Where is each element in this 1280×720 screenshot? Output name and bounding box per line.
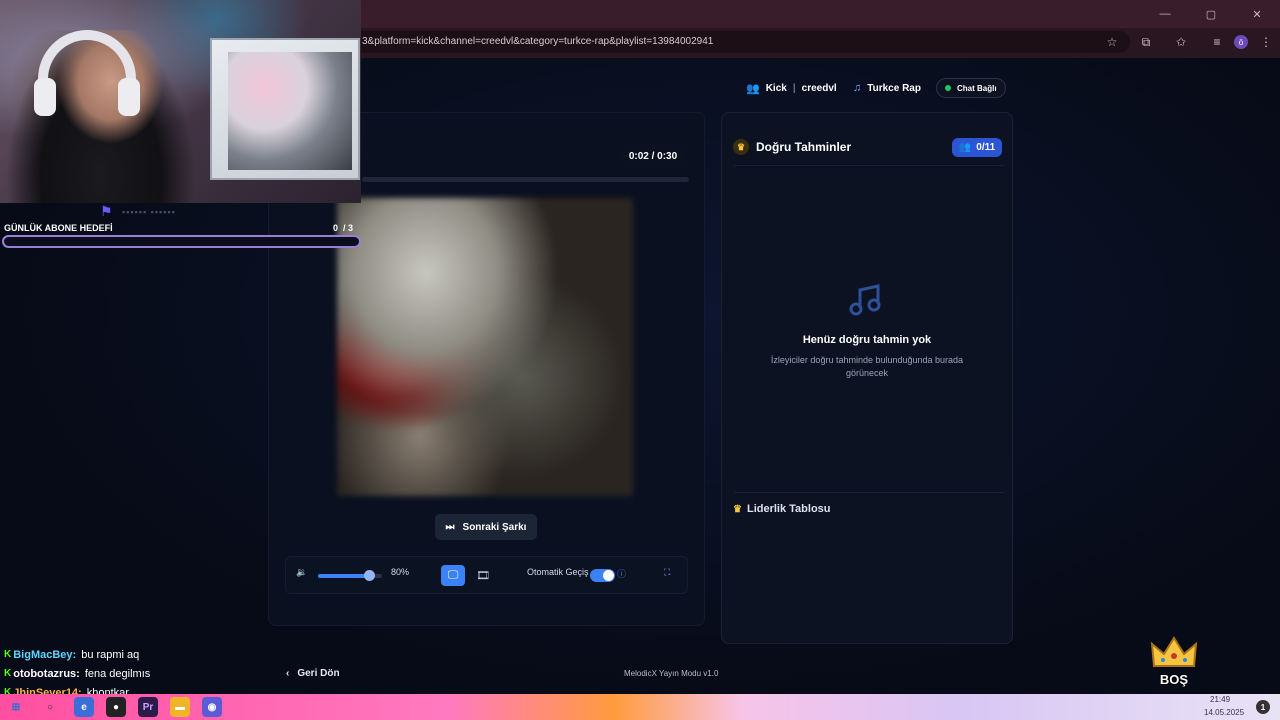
chat-status-chip: Chat Bağlı [936,78,1006,98]
extensions-icon[interactable]: ⧉ [1137,33,1155,51]
volume-slider[interactable] [318,570,382,581]
album-art-blurred [337,198,633,496]
folder-icon[interactable]: ▬ [170,697,190,717]
crown-icon: ♛ [733,503,742,515]
volume-fill [318,574,370,578]
fullscreen-icon[interactable]: ⛶ [664,567,670,578]
chat-line: K BigMacBey: bu rapmi aq [4,645,150,664]
start-icon[interactable]: ⊞ [6,697,26,717]
film-mode-button[interactable]: 🎞 [471,565,495,586]
empty-state-title: Henüz doğru tahmin yok [802,334,932,346]
chat-message: fena degilmıs [84,667,151,680]
premiere-icon[interactable]: Pr [138,697,158,717]
maximize-button[interactable]: ▢ [1188,0,1234,28]
chat-username: otobotazrus: [13,667,80,680]
sub-goal-count: 0 / 3 [333,223,354,233]
goal-logo-icon: ⚑ [100,203,113,219]
chevron-left-icon: ‹ [286,668,290,679]
music-notes-icon [849,284,881,316]
kick-icon: K [4,668,12,679]
back-label: Geri Dön [297,668,340,679]
volume-value: 80% [391,567,410,577]
channel-label: creedvl [801,82,837,94]
users-icon: 👥 [746,82,760,95]
panel-divider [734,165,1004,166]
playback-progress[interactable] [362,177,689,182]
chat-message: bu rapmi aq [81,648,140,661]
empty-state-subtitle: İzleyiciler doğru tahminde bulunduğunda … [770,355,964,378]
status-dot-icon [945,85,951,91]
headphone-ear-right [118,78,140,116]
next-song-label: Sonraki Şarkı [462,521,527,533]
obs-icon[interactable]: ● [106,697,126,717]
next-song-button[interactable]: ⏭ Sonraki Şarkı [435,514,537,540]
guesses-count: 0/11 [976,142,996,153]
skip-next-icon: ⏭ [445,521,455,533]
notification-badge[interactable]: 1 [1256,700,1270,714]
headphone-ear-left [34,78,56,116]
edge-icon[interactable]: e [74,697,94,717]
back-button[interactable]: ‹ Geri Dön [286,668,340,679]
playback-time: 0:02 / 0:30 [620,145,686,167]
favorites-icon[interactable]: ✩ [1172,33,1190,51]
auto-advance-label: Otomatik Geçiş [527,567,589,577]
chat-line: Kotobotazrus: fena degilmıs [4,664,150,683]
media-control-icon[interactable]: ≡ [1208,33,1226,51]
footer-version: MelodicX Yayın Modu v1.0 [624,669,719,678]
pc-internals [228,52,352,170]
minimize-button[interactable]: — [1142,0,1188,28]
window-controls: — ▢ ✕ [1142,0,1280,28]
chrome-icon[interactable]: ◉ [202,697,222,717]
auto-advance-toggle[interactable] [590,569,615,582]
chat-status-label: Chat Bağlı [957,83,997,93]
music-note-icon: ♫ [853,82,862,94]
category-chip: ♫ Turkce Rap [845,78,929,98]
volume-icon[interactable]: 🔉 [296,567,307,578]
chip-separator: | [792,82,796,94]
address-url[interactable]: 3&platform=kick&channel=creedvl&category… [362,36,713,47]
crown-logo: BOŞ [1148,634,1200,692]
platform-label: Kick [765,82,787,94]
panel-divider [734,492,1004,493]
guesses-title: Doğru Tahminler [756,140,852,154]
gold-crown-icon [1150,636,1198,667]
goal-sponsor-blur: ▪▪▪▪▪▪ ▪▪▪▪▪▪ [122,207,176,217]
leaderboard-header: ♛ Liderlik Tablosu [733,503,831,515]
channel-chip: 👥 Kick | creedvl [738,78,845,98]
users-icon: 👥 [958,142,972,153]
taskbar-time[interactable]: 21:49 [1210,695,1230,704]
kick-icon: K [4,649,12,660]
category-label: Turkce Rap [867,82,921,94]
sub-goal-label: GÜNLÜK ABONE HEDEFİ [4,223,113,233]
menu-icon[interactable]: ⋮ [1257,33,1275,51]
sub-goal-progress-bar [2,235,361,248]
guesses-header: ♛ Doğru Tahminler [733,139,851,155]
crown-label: BOŞ [1159,672,1189,687]
webcam-pc-case [210,38,360,180]
webcam-overlay [0,0,361,203]
taskbar [0,694,1280,720]
chat-username: BigMacBey: [13,648,77,661]
search-icon[interactable]: ○ [40,697,60,717]
toggle-knob [603,570,614,581]
leaderboard-title: Liderlik Tablosu [746,503,831,515]
taskbar-date[interactable]: 14.05.2025 [1204,708,1244,717]
bookmark-star-icon[interactable]: ☆ [1103,33,1121,51]
screen-mode-button[interactable]: 🖵 [441,565,465,586]
info-icon[interactable]: ⓘ [617,567,626,580]
profile-avatar[interactable]: ö [1234,35,1248,49]
crown-icon: ♛ [733,139,749,155]
close-button[interactable]: ✕ [1234,0,1280,28]
guesses-count-badge: 👥 0/11 [952,138,1002,157]
